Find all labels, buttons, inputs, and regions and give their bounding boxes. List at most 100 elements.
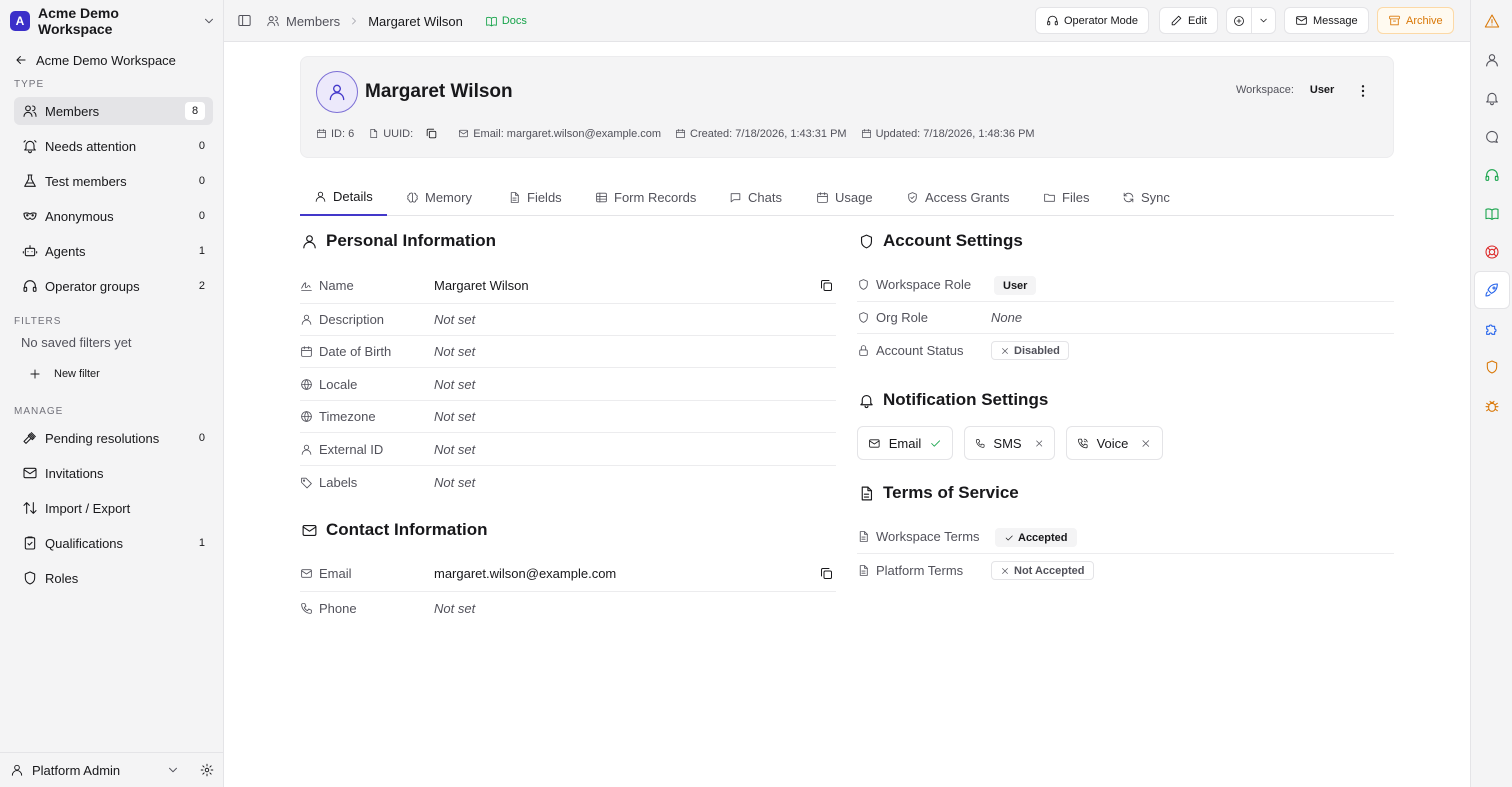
user-menu[interactable]: Platform Admin	[0, 752, 224, 787]
tab-form-records[interactable]: Form Records	[581, 178, 710, 216]
bell-icon[interactable]	[1484, 90, 1500, 106]
profile-header-card: Margaret Wilson Workspace: User ID: 6 UU…	[300, 56, 1394, 158]
sidebar-item-count: 8	[185, 102, 205, 120]
contact-info-heading: Contact Information	[301, 520, 488, 540]
more-vertical-icon[interactable]	[1355, 83, 1371, 99]
copy-icon[interactable]	[425, 127, 438, 140]
add-action-split-button[interactable]	[1226, 7, 1276, 34]
field-label-text: Workspace Role	[876, 277, 972, 292]
sidebar-item-agents[interactable]: Agents 1	[14, 237, 213, 265]
notification-settings-title: Notification Settings	[883, 390, 1049, 409]
sidebar-item-members[interactable]: Members 8	[14, 97, 213, 125]
field-label: Workspace Terms	[857, 529, 980, 544]
tab-memory[interactable]: Memory	[392, 178, 486, 216]
sidebar-item-needs-attention[interactable]: Needs attention 0	[14, 132, 213, 160]
sidebar-item-anonymous[interactable]: Anonymous 0	[14, 202, 213, 230]
gear-icon[interactable]	[200, 763, 214, 777]
user-name: Platform Admin	[32, 762, 121, 778]
operator-mode-button[interactable]: Operator Mode	[1035, 7, 1149, 34]
field-row-external-id: External ID Not set	[300, 433, 836, 466]
right-rail	[1470, 0, 1512, 787]
field-label-text: Timezone	[319, 409, 376, 424]
tab-usage[interactable]: Usage	[802, 178, 887, 216]
no-filters-text: No saved filters yet	[21, 335, 132, 350]
tab-label: Sync	[1141, 189, 1170, 205]
tab-label: Memory	[425, 189, 472, 205]
field-label-text: External ID	[319, 441, 384, 457]
user-icon[interactable]	[1484, 52, 1500, 68]
workspace-role-display: Workspace: User	[1236, 84, 1334, 96]
field-label: Phone	[300, 601, 357, 616]
copy-icon[interactable]	[819, 566, 834, 581]
tab-sync[interactable]: Sync	[1108, 178, 1184, 216]
tab-label: Chats	[748, 189, 782, 205]
manage-section-label: MANAGE	[14, 406, 64, 417]
file-text-icon	[859, 531, 868, 542]
docs-link[interactable]: Docs	[485, 15, 527, 28]
brain-icon	[407, 192, 418, 203]
rocket-icon[interactable]	[1484, 282, 1500, 298]
tab-access-grants[interactable]: Access Grants	[892, 178, 1024, 216]
workspace-terms-chip: Accepted	[995, 528, 1077, 547]
shield-icon[interactable]	[1484, 359, 1500, 375]
personal-info-heading: Personal Information	[301, 231, 496, 251]
user-icon	[329, 84, 345, 101]
users-icon	[23, 105, 37, 117]
sidebar-item-test-members[interactable]: Test members 0	[14, 167, 213, 195]
user-icon	[301, 314, 312, 325]
sidebar-item-roles[interactable]: Roles	[14, 564, 213, 592]
field-row-date-of-birth: Date of Birth Not set	[300, 336, 836, 368]
user-icon	[303, 234, 316, 248]
arrow-left-icon	[16, 56, 26, 64]
sidebar-item-label: Qualifications	[45, 535, 124, 551]
message-button[interactable]: Message	[1284, 7, 1369, 34]
chat-bubble-icon[interactable]	[1484, 129, 1500, 145]
field-label-text: Org Role	[876, 310, 929, 325]
lifebuoy-icon[interactable]	[1484, 244, 1500, 260]
sidebar-item-pending-resolutions[interactable]: Pending resolutions 0	[14, 424, 213, 452]
back-to-workspace-link[interactable]: Acme Demo Workspace	[14, 50, 176, 70]
account-settings-title: Account Settings	[883, 231, 1023, 250]
sidebar-item-qualifications[interactable]: Qualifications 1	[14, 529, 213, 557]
copy-icon[interactable]	[819, 278, 834, 293]
notification-email-toggle[interactable]: Email	[857, 426, 953, 460]
new-filter-button[interactable]: New filter	[28, 365, 100, 383]
plus-circle-icon	[1234, 15, 1244, 26]
account-status-chip: Disabled	[991, 341, 1069, 360]
bell-icon	[860, 394, 873, 408]
puzzle-icon[interactable]	[1484, 321, 1500, 337]
bug-icon[interactable]	[1484, 398, 1500, 414]
workspace-switcher[interactable]: A Acme Demo Workspace	[8, 5, 216, 37]
field-label-text: Name	[319, 278, 354, 293]
breadcrumb-members[interactable]: Members	[266, 14, 340, 29]
sidebar-item-operator-groups[interactable]: Operator groups 2	[14, 272, 213, 300]
archive-button[interactable]: Archive	[1377, 7, 1454, 34]
book-icon[interactable]	[1484, 206, 1500, 222]
sidebar-item-invitations[interactable]: Invitations	[14, 459, 213, 487]
field-row-workspace-role: Workspace Role User	[857, 268, 1394, 302]
meta-updated-text: Updated: 7/18/2026, 1:48:36 PM	[875, 127, 1035, 140]
sidebar-item-count: 1	[198, 245, 205, 257]
tab-fields[interactable]: Fields	[494, 178, 576, 216]
robot-icon	[22, 245, 38, 257]
breadcrumb-current: Margaret Wilson	[368, 13, 463, 29]
field-value-date-of-birth: Not set	[434, 344, 476, 359]
tab-label: Usage	[835, 189, 873, 205]
personal-info-title: Personal Information	[326, 231, 497, 250]
tab-details[interactable]: Details	[300, 178, 387, 216]
tab-files[interactable]: Files	[1029, 178, 1103, 216]
sidebar-toggle-icon[interactable]	[237, 13, 252, 28]
workspace-value: User	[1309, 84, 1335, 96]
alert-triangle-icon[interactable]	[1484, 13, 1500, 29]
sidebar-item-import-export[interactable]: Import / Export	[14, 494, 213, 522]
archive-label: Archive	[1406, 14, 1443, 27]
tab-chats[interactable]: Chats	[715, 178, 796, 216]
sidebar-item-label: Pending resolutions	[45, 430, 160, 446]
top-bar: Members Margaret Wilson Docs Operator Mo…	[224, 0, 1470, 42]
sidebar-item-count: 2	[198, 280, 205, 292]
sidebar-item-label: Agents	[45, 243, 86, 259]
notification-voice-toggle[interactable]: Voice	[1066, 426, 1163, 460]
headset-icon[interactable]	[1484, 167, 1500, 183]
edit-button[interactable]: Edit	[1159, 7, 1218, 34]
notification-sms-toggle[interactable]: SMS	[964, 426, 1055, 460]
